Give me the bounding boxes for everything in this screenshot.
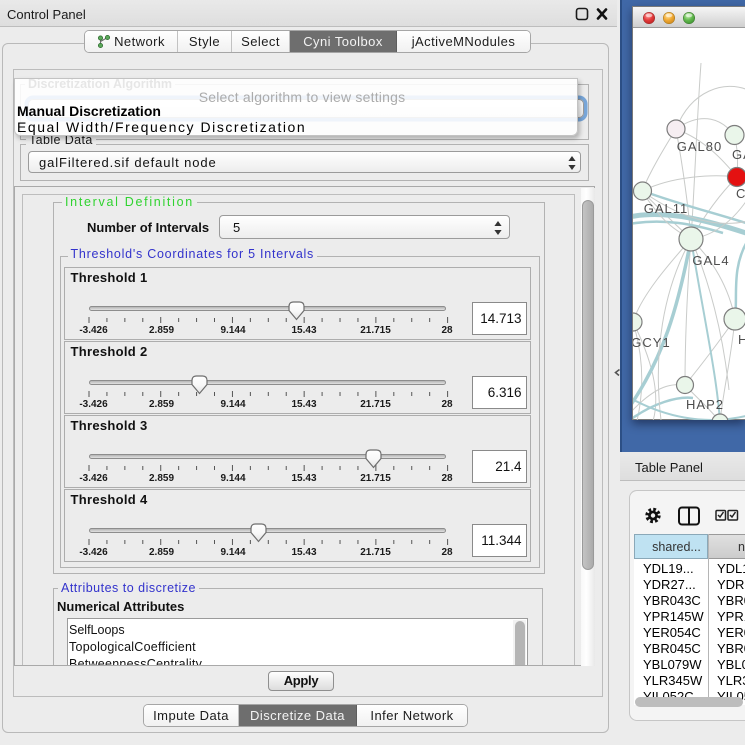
svg-text:GAL80: GAL80 <box>677 139 722 154</box>
svg-text:C: C <box>736 186 745 201</box>
svg-text:GCY1: GCY1 <box>633 335 671 350</box>
svg-text:HAP2: HAP2 <box>686 397 724 412</box>
svg-text:GAL11: GAL11 <box>644 201 689 216</box>
svg-text:H: H <box>738 332 745 347</box>
svg-text:GA: GA <box>732 147 745 162</box>
svg-text:GAL4: GAL4 <box>692 253 729 268</box>
